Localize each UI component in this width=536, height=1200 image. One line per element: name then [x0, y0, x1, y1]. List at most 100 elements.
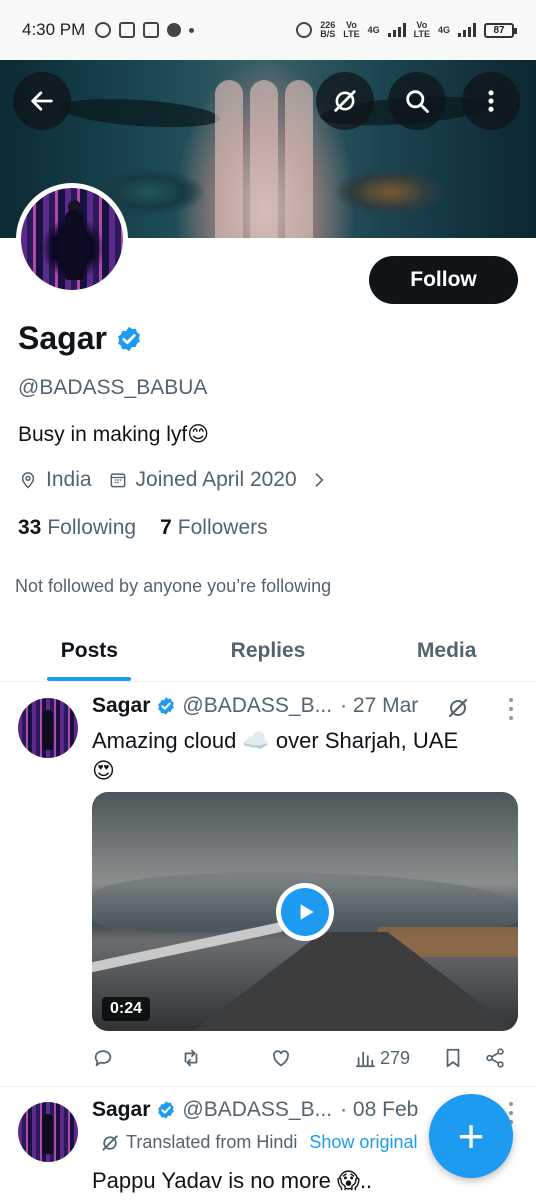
profile-joined[interactable]: Joined April 2020	[108, 468, 329, 492]
location-pin-icon	[21, 472, 35, 489]
repost-icon	[184, 1049, 198, 1067]
compose-plus-icon: +	[457, 1110, 485, 1162]
avatar-figure	[65, 210, 83, 280]
profile-location: India	[18, 468, 92, 492]
app-notification-icon-2	[143, 22, 160, 38]
net-speed: 226 B/S	[320, 20, 336, 39]
whatsapp-icon	[95, 22, 112, 38]
followers-count: 7	[160, 516, 172, 539]
compose-button[interactable]: +	[429, 1094, 513, 1178]
search-icon	[406, 90, 429, 113]
post-text: Amazing cloud ☁️ over Sharjah, UAE 😍	[92, 726, 492, 786]
following-link[interactable]: 33 Following	[18, 516, 136, 540]
more-notifications-icon	[189, 27, 195, 33]
profile-name: Sagar	[18, 320, 143, 357]
views-button[interactable]: 279	[354, 1047, 410, 1069]
post-text-line: Amazing cloud ☁️ over Sharjah, UAE	[92, 728, 459, 753]
follow-counts: 33 Following 7 Followers	[18, 516, 268, 540]
profile-tabs: Posts Replies Media	[0, 620, 536, 682]
location-text: India	[46, 468, 92, 491]
post-avatar[interactable]	[18, 698, 78, 758]
banner-finger	[215, 80, 243, 238]
grok-icon[interactable]	[446, 696, 470, 720]
chevron-right-icon	[315, 473, 324, 487]
share-icon	[486, 1048, 504, 1068]
battery-icon: 87	[484, 22, 517, 38]
show-original-link[interactable]: Show original	[309, 1132, 417, 1153]
video-duration: 0:24	[102, 997, 151, 1021]
post-divider	[0, 1086, 536, 1087]
post-date: · 08 Feb	[340, 1098, 419, 1121]
reply-icon	[94, 1050, 112, 1067]
profile-meta: India Joined April 2020	[18, 468, 345, 492]
profile-bio: Busy in making lyf😊	[18, 423, 210, 446]
like-button[interactable]	[270, 1047, 292, 1069]
back-button[interactable]	[13, 72, 71, 130]
search-button[interactable]	[388, 72, 446, 130]
bookmark-button[interactable]	[442, 1047, 464, 1069]
following-label: Following	[47, 516, 137, 539]
post-text-line: 😍	[92, 758, 115, 783]
views-count: 279	[380, 1047, 411, 1068]
more-vertical-icon	[488, 90, 494, 112]
translated-text: Translated from Hindi	[126, 1132, 298, 1152]
calendar-icon	[110, 473, 125, 488]
banner-finger	[285, 80, 313, 238]
verified-badge-icon[interactable]	[115, 325, 143, 353]
volte-2: Vo LTE	[413, 20, 430, 39]
post-more-icon[interactable]	[508, 698, 514, 720]
app-notification-icon	[119, 22, 136, 38]
not-followed-note: Not followed by anyone you’re following	[15, 576, 332, 596]
translated-note: Translated from Hindi Show original	[100, 1132, 417, 1153]
avatar-figure	[42, 710, 53, 750]
signal-1-icon	[387, 23, 406, 37]
alarm-icon	[296, 22, 313, 38]
verified-badge-icon	[158, 697, 175, 715]
status-left-icons	[95, 22, 195, 38]
volte-1: Vo LTE	[343, 20, 360, 39]
post-text: Pappu Yadav is no more 😱..	[92, 1168, 373, 1193]
joined-text: Joined April 2020	[135, 468, 297, 491]
notification-dot-icon	[167, 23, 182, 37]
followers-link[interactable]: 7 Followers	[160, 516, 268, 540]
avatar-figure	[42, 1114, 53, 1154]
tab-replies[interactable]: Replies	[179, 620, 358, 681]
status-right-icons: 226 B/S Vo LTE 4G Vo LTE 4G 87	[296, 20, 517, 39]
signal-2-icon	[458, 23, 476, 37]
grok-button[interactable]	[316, 72, 374, 130]
tab-posts[interactable]: Posts	[0, 620, 179, 681]
post-avatar[interactable]	[18, 1102, 78, 1162]
followers-label: Followers	[177, 516, 268, 539]
follow-button[interactable]: Follow	[369, 256, 518, 304]
arrow-left-icon	[31, 91, 53, 111]
heart-icon	[273, 1050, 289, 1067]
post-author-name[interactable]: Sagar	[92, 1098, 150, 1122]
status-time: 4:30 PM	[22, 20, 86, 39]
play-button-inner	[281, 888, 329, 936]
more-options-button[interactable]	[462, 72, 520, 130]
post-header: Sagar @BADASS_B... · 08 Feb	[92, 1098, 418, 1122]
profile-name-text: Sagar	[18, 320, 107, 356]
post-header: Sagar @BADASS_B... · 27 Mar	[92, 694, 418, 718]
post-video[interactable]: 0:24	[92, 792, 518, 1031]
share-button[interactable]	[484, 1047, 506, 1069]
status-bar: 4:30 PM 226 B/S Vo LTE 4G Vo LTE 4G 87	[0, 0, 536, 60]
profile-avatar[interactable]	[16, 183, 128, 295]
post-actions: 279	[92, 1042, 518, 1074]
repost-button[interactable]	[180, 1047, 202, 1069]
views-bar-chart-icon	[355, 1051, 376, 1068]
tab-media[interactable]: Media	[357, 620, 536, 681]
post-date: · 27 Mar	[340, 694, 419, 717]
play-icon	[300, 904, 314, 920]
network-type-1: 4G	[367, 24, 380, 35]
verified-badge-icon	[158, 1101, 175, 1119]
play-button[interactable]	[276, 883, 334, 941]
banner-brow-left	[59, 94, 221, 132]
grok-icon	[334, 90, 356, 112]
reply-button[interactable]	[92, 1047, 114, 1069]
post-author-handle: @BADASS_B...	[182, 1098, 333, 1121]
post-author-name[interactable]: Sagar	[92, 694, 150, 718]
grok-icon	[102, 1134, 118, 1151]
post-author-handle: @BADASS_B...	[182, 694, 333, 717]
following-count: 33	[18, 516, 42, 539]
